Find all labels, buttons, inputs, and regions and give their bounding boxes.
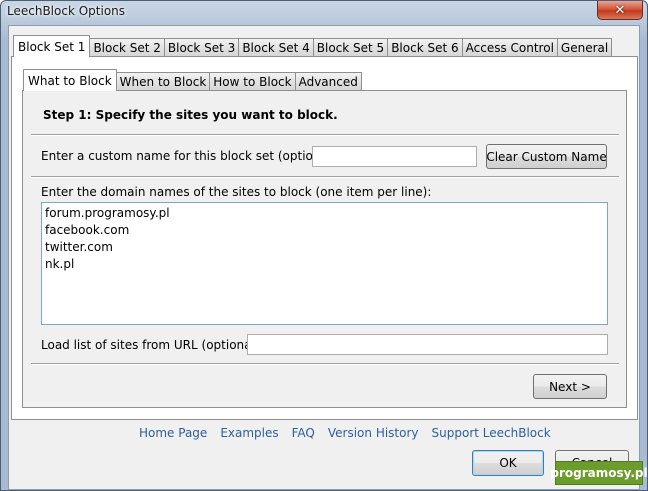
what-to-block-panel: Step 1: Specify the sites you want to bl…	[22, 90, 627, 408]
site-line: twitter.com	[45, 240, 113, 254]
custom-name-input[interactable]	[312, 146, 477, 167]
tab-block-set-1[interactable]: Block Set 1	[13, 35, 91, 57]
site-line: forum.programosy.pl	[45, 206, 170, 220]
tab-when-to-block[interactable]: When to Block	[115, 72, 211, 91]
block-set-panel: What to Block When to Block How to Block…	[11, 56, 638, 420]
tab-block-set-5[interactable]: Block Set 5	[312, 38, 389, 57]
separator	[31, 176, 619, 178]
tab-block-set-4[interactable]: Block Set 4	[238, 38, 314, 57]
site-line: facebook.com	[45, 223, 130, 237]
tab-block-set-6[interactable]: Block Set 6	[387, 38, 463, 57]
ok-button[interactable]: OK	[472, 450, 544, 476]
tab-block-set-2[interactable]: Block Set 2	[89, 38, 165, 57]
block-set-tabs: Block Set 1 Block Set 2 Block Set 3 Bloc…	[13, 35, 613, 57]
tab-what-to-block[interactable]: What to Block	[23, 69, 117, 91]
custom-name-label: Enter a custom name for this block set (…	[41, 149, 340, 163]
window-title: LeechBlock Options	[7, 4, 126, 18]
watermark-logo: programosy.pl	[550, 461, 648, 485]
options-window: LeechBlock Options ✕ Block Set 1 Block S…	[0, 0, 648, 491]
separator	[31, 363, 619, 365]
sites-textarea[interactable]: forum.programosy.pl facebook.com twitter…	[41, 202, 608, 325]
block-options-tabs: What to Block When to Block How to Block…	[23, 69, 362, 91]
faq-link[interactable]: FAQ	[292, 426, 315, 440]
tab-advanced[interactable]: Advanced	[294, 72, 362, 91]
tab-block-set-3[interactable]: Block Set 3	[163, 38, 240, 57]
title-bar[interactable]: LeechBlock Options ✕	[1, 1, 647, 25]
url-load-input[interactable]	[247, 334, 608, 355]
tab-access-control[interactable]: Access Control	[461, 38, 558, 57]
sites-label: Enter the domain names of the sites to b…	[41, 185, 432, 199]
version-history-link[interactable]: Version History	[328, 426, 419, 440]
close-icon: ✕	[614, 2, 626, 18]
home-page-link[interactable]: Home Page	[139, 426, 207, 440]
tab-how-to-block[interactable]: How to Block	[209, 72, 296, 91]
url-load-label: Load list of sites from URL (optional):	[41, 338, 264, 352]
site-line: nk.pl	[45, 257, 75, 271]
footer-links: Home Page Examples FAQ Version History S…	[139, 426, 564, 440]
separator	[31, 134, 619, 136]
next-button[interactable]: Next >	[533, 374, 607, 399]
support-link[interactable]: Support LeechBlock	[432, 426, 551, 440]
dialog-client-area: Block Set 1 Block Set 2 Block Set 3 Bloc…	[8, 25, 640, 490]
examples-link[interactable]: Examples	[220, 426, 278, 440]
step-title: Step 1: Specify the sites you want to bl…	[43, 108, 338, 122]
clear-custom-name-button[interactable]: Clear Custom Name	[486, 144, 607, 169]
close-button[interactable]: ✕	[597, 1, 643, 20]
tab-general[interactable]: General	[556, 38, 613, 57]
